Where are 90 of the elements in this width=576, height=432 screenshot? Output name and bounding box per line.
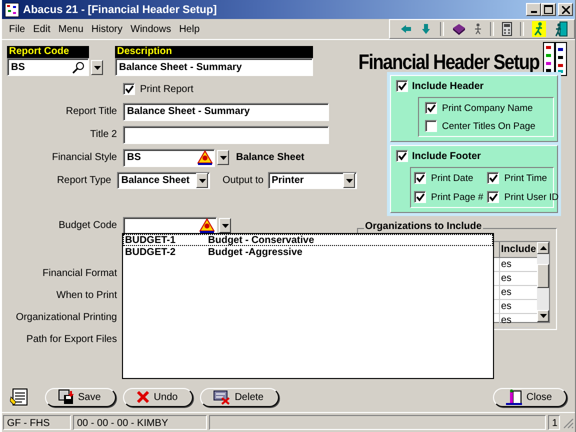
dropdown-option[interactable]: BUDGET-1 Budget - Conservative (123, 234, 493, 246)
print-report-checkbox[interactable] (123, 83, 135, 95)
report-type-select[interactable]: Balance Sheet (117, 172, 210, 189)
option-checkbox[interactable] (414, 191, 426, 203)
close-button[interactable] (558, 3, 573, 16)
dropdown-button[interactable] (217, 150, 229, 165)
close-button[interactable]: Close (493, 388, 567, 406)
include-footer-checkbox[interactable] (396, 150, 408, 162)
option-label: Print Company Name (442, 102, 533, 114)
option-label: Print Page # (431, 192, 484, 202)
lookup-icon[interactable] (199, 218, 215, 233)
delete-button[interactable]: Delete (200, 388, 279, 406)
print-report-label: Print Report (140, 84, 194, 94)
caret-icon (220, 156, 226, 160)
exit-door-icon[interactable] (554, 21, 568, 37)
down-arrow-icon[interactable] (540, 314, 546, 318)
caret-icon (346, 178, 352, 182)
caret-icon (94, 66, 100, 70)
exit-door-icon (506, 389, 522, 405)
option-checkbox[interactable] (425, 102, 437, 114)
include-header-label: Include Header (412, 80, 484, 92)
search-icon[interactable] (71, 60, 87, 74)
floppy-disk-icon (58, 389, 74, 405)
minimize-button[interactable] (526, 3, 541, 16)
financial-style-name: Balance Sheet (236, 152, 304, 163)
menu-item[interactable]: File (9, 24, 26, 34)
caret-icon (198, 178, 206, 182)
menu-item[interactable]: Edit (33, 24, 50, 34)
dropdown-button[interactable] (91, 60, 103, 75)
running-man-icon[interactable] (532, 21, 546, 37)
delete-icon (212, 390, 231, 404)
option-checkbox[interactable] (414, 172, 426, 184)
field-label: When to Print (55, 290, 118, 301)
caret-icon (222, 224, 228, 228)
status-panel: 1 (548, 415, 560, 430)
option-label: Print Date (431, 172, 474, 184)
window-title: Abacus 21 - [Financial Header Setup] (23, 4, 217, 16)
field-label: Financial Format (42, 268, 118, 279)
option-checkbox[interactable] (425, 120, 437, 132)
undo-button[interactable]: Undo (122, 388, 193, 406)
include-header-checkbox[interactable] (396, 80, 408, 92)
logo-icon (543, 42, 567, 76)
resize-grip-icon[interactable] (562, 416, 574, 428)
scrollbar[interactable] (537, 242, 549, 322)
save-button[interactable]: Save (45, 388, 116, 406)
option-label: Center Titles On Page (442, 120, 536, 132)
menu-item[interactable]: Windows (130, 24, 172, 34)
budget-code-field[interactable] (123, 216, 217, 234)
field-label: Path for Export Files (25, 334, 118, 345)
description-label: Description (115, 46, 313, 58)
notepad-icon[interactable] (10, 388, 28, 406)
figure-icon[interactable] (474, 23, 482, 35)
app-icon (5, 2, 19, 16)
title-2-field[interactable] (123, 126, 329, 144)
financial-style-label: Financial Style (50, 152, 118, 163)
maximize-icon (544, 5, 553, 14)
organizations-title: Organizations to Include (364, 221, 483, 232)
option-label: Print User ID (504, 192, 559, 202)
minimize-icon (530, 11, 536, 13)
dropdown-option[interactable]: BUDGET-2 Budget -Aggressive (123, 246, 493, 258)
left-arrow-icon[interactable] (400, 23, 412, 35)
option-checkbox[interactable] (487, 191, 500, 203)
lookup-icon[interactable] (197, 150, 213, 165)
status-panel: GF - FHS (3, 415, 71, 430)
financial-style-field[interactable]: BS (123, 148, 215, 166)
calculator-icon[interactable] (502, 22, 512, 36)
field-label: Organizational Printing (14, 312, 118, 323)
report-code-field[interactable]: BS (7, 58, 89, 76)
title-2-label: Title 2 (89, 129, 118, 140)
report-title-label: Report Title (64, 106, 118, 117)
report-code-label: Report Code (7, 46, 89, 58)
up-arrow-icon[interactable] (540, 246, 546, 250)
menu-item[interactable]: Help (179, 24, 200, 34)
budget-code-label: Budget Code (58, 220, 118, 231)
option-label: Print Time (504, 172, 548, 184)
output-to-select[interactable]: Printer (268, 172, 357, 189)
page-title: Financial Header Setup (358, 51, 539, 75)
include-footer-label: Include Footer (412, 150, 481, 162)
close-icon (562, 6, 570, 14)
dropdown-button[interactable] (219, 218, 231, 233)
status-panel: 00 - 00 - 00 - KIMBY (73, 415, 207, 430)
x-mark-icon (136, 390, 150, 404)
maximize-button[interactable] (541, 3, 556, 16)
menu-item[interactable]: History (91, 24, 122, 34)
option-checkbox[interactable] (487, 172, 500, 184)
description-field[interactable]: Balance Sheet - Summary (115, 58, 313, 76)
output-to-label: Output to (222, 175, 264, 186)
menu-item[interactable]: Menu (58, 24, 84, 34)
report-type-label: Report Type (56, 175, 112, 186)
report-title-field[interactable]: Balance Sheet - Summary (123, 102, 329, 120)
